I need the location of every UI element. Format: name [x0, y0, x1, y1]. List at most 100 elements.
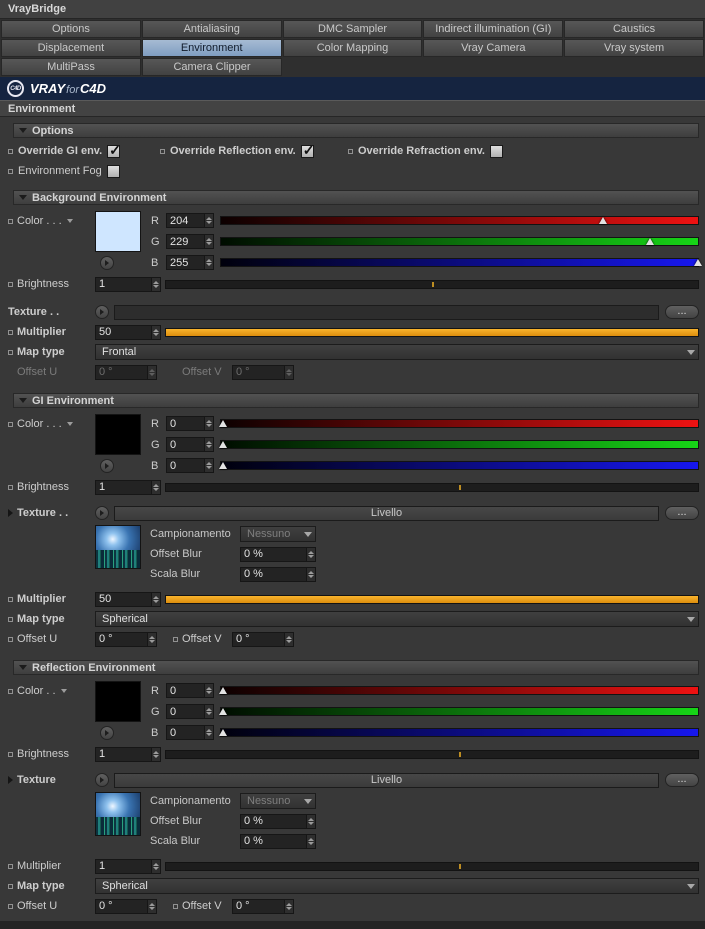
bg-color-swatch[interactable] [95, 211, 141, 252]
gi-r-field[interactable]: 0 [166, 416, 214, 431]
environment-fog-checkbox[interactable] [106, 164, 120, 178]
stepper-icon[interactable] [151, 859, 160, 873]
gi-texture-browse-button[interactable]: ... [665, 506, 699, 520]
slider-handle[interactable] [219, 729, 228, 736]
stepper-icon[interactable] [147, 632, 156, 646]
keyframe-dot[interactable] [173, 903, 178, 909]
bg-color-expand-button[interactable] [100, 256, 114, 270]
keyframe-dot[interactable] [8, 148, 13, 154]
refl-offsetu-field[interactable]: 0 ° [95, 898, 157, 914]
tab-indirect-illumination[interactable]: Indirect illumination (GI) [423, 20, 564, 38]
slider-handle[interactable] [432, 281, 434, 287]
keyframe-dot[interactable] [8, 636, 13, 642]
gi-texture-preview[interactable] [95, 525, 141, 569]
stepper-icon[interactable] [151, 277, 160, 291]
tab-dmc-sampler[interactable]: DMC Sampler [282, 20, 423, 38]
gi-maptype-dropdown[interactable]: Spherical [95, 611, 699, 627]
keyframe-dot[interactable] [8, 281, 13, 287]
bg-r-field[interactable]: 204 [166, 213, 214, 228]
tab-color-mapping[interactable]: Color Mapping [282, 39, 423, 57]
stepper-icon[interactable] [306, 547, 315, 561]
gi-offsetv-field[interactable]: 0 ° [232, 631, 294, 647]
slider-handle[interactable] [646, 238, 655, 245]
tab-environment[interactable]: Environment [141, 39, 282, 57]
stepper-icon[interactable] [306, 567, 315, 581]
refl-offsetblur-field[interactable]: 0 % [240, 813, 316, 829]
slider-handle[interactable] [458, 484, 461, 490]
stepper-icon[interactable] [147, 899, 156, 913]
gi-offsetu-field[interactable]: 0 ° [95, 631, 157, 647]
gi-brightness-field[interactable]: 1 [95, 479, 161, 495]
slider-handle[interactable] [694, 259, 702, 266]
refl-maptype-dropdown[interactable]: Spherical [95, 878, 699, 894]
refl-multiplier-field[interactable]: 1 [95, 858, 161, 874]
stepper-icon[interactable] [204, 438, 213, 451]
keyframe-dot[interactable] [160, 148, 165, 154]
keyframe-dot[interactable] [8, 616, 13, 622]
keyframe-dot[interactable] [8, 751, 13, 757]
tab-multipass[interactable]: MultiPass [1, 58, 141, 76]
gi-r-slider[interactable] [219, 419, 699, 428]
background-environment-header[interactable]: Background Environment [13, 190, 699, 205]
slider-handle[interactable] [219, 687, 228, 694]
keyframe-dot[interactable] [173, 636, 178, 642]
keyframe-dot[interactable] [8, 688, 13, 694]
stepper-icon[interactable] [204, 726, 213, 739]
bg-b-slider[interactable] [220, 258, 702, 267]
gi-brightness-slider[interactable] [165, 482, 699, 492]
slider-handle[interactable] [219, 441, 228, 448]
stepper-icon[interactable] [151, 325, 160, 339]
stepper-icon[interactable] [284, 632, 293, 646]
stepper-icon[interactable] [204, 705, 213, 718]
color-mode-dropdown-icon[interactable] [60, 689, 67, 693]
gi-offsetblur-field[interactable]: 0 % [240, 546, 316, 562]
gi-environment-header[interactable]: GI Environment [13, 393, 699, 408]
stepper-icon[interactable] [284, 899, 293, 913]
keyframe-dot[interactable] [8, 596, 13, 602]
refl-r-field[interactable]: 0 [166, 683, 214, 698]
stepper-icon[interactable] [204, 235, 213, 248]
refl-texture-preview[interactable] [95, 792, 141, 836]
slider-handle[interactable] [598, 217, 607, 224]
gi-color-swatch[interactable] [95, 414, 141, 455]
refl-g-field[interactable]: 0 [166, 704, 214, 719]
refl-color-swatch[interactable] [95, 681, 141, 722]
bg-brightness-field[interactable]: 1 [95, 276, 161, 292]
tab-camera-clipper[interactable]: Camera Clipper [142, 58, 282, 76]
stepper-icon[interactable] [204, 684, 213, 697]
refl-multiplier-slider[interactable] [165, 861, 699, 871]
tab-antialiasing[interactable]: Antialiasing [141, 20, 282, 38]
refl-r-slider[interactable] [219, 686, 699, 695]
refl-offsetv-field[interactable]: 0 ° [232, 898, 294, 914]
gi-g-slider[interactable] [219, 440, 699, 449]
keyframe-dot[interactable] [8, 484, 13, 490]
refl-g-slider[interactable] [219, 707, 699, 716]
keyframe-dot[interactable] [8, 349, 13, 355]
slider-handle[interactable] [458, 863, 461, 869]
slider-handle[interactable] [219, 420, 228, 427]
bg-maptype-dropdown[interactable]: Frontal [95, 344, 699, 360]
expand-icon[interactable] [8, 509, 13, 517]
gi-color-expand-button[interactable] [100, 459, 114, 473]
gi-multiplier-slider[interactable] [165, 594, 699, 604]
reflection-environment-header[interactable]: Reflection Environment [13, 660, 699, 675]
refl-texture-field[interactable]: Livello [114, 772, 659, 788]
bg-texture-menu-button[interactable] [95, 305, 109, 319]
stepper-icon[interactable] [306, 834, 315, 848]
tab-caustics[interactable]: Caustics [564, 20, 704, 38]
stepper-icon[interactable] [151, 592, 160, 606]
keyframe-dot[interactable] [8, 421, 13, 427]
bg-texture-field[interactable] [114, 304, 659, 320]
options-section-header[interactable]: Options [13, 123, 699, 138]
keyframe-dot[interactable] [8, 329, 13, 335]
refl-scalablur-field[interactable]: 0 % [240, 833, 316, 849]
keyframe-dot[interactable] [8, 883, 13, 889]
slider-handle[interactable] [219, 708, 228, 715]
bg-g-slider[interactable] [220, 237, 699, 246]
gi-b-slider[interactable] [219, 461, 699, 470]
stepper-icon[interactable] [306, 814, 315, 828]
stepper-icon[interactable] [204, 214, 213, 227]
refl-b-field[interactable]: 0 [166, 725, 214, 740]
stepper-icon[interactable] [151, 747, 160, 761]
gi-b-field[interactable]: 0 [166, 458, 214, 473]
